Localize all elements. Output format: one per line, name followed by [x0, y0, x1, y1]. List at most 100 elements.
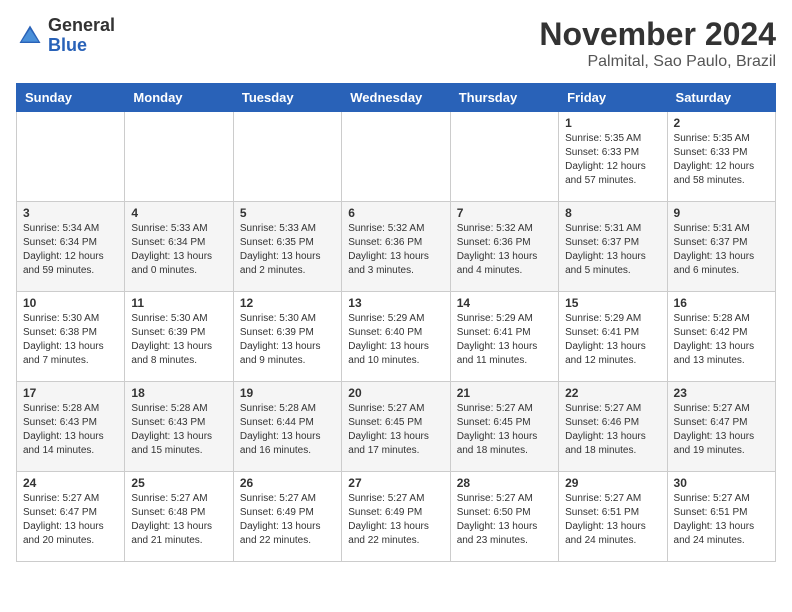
day-number: 2	[674, 116, 769, 130]
day-number: 14	[457, 296, 552, 310]
page-header: General Blue November 2024 Palmital, Sao…	[16, 16, 776, 71]
day-number: 17	[23, 386, 118, 400]
calendar-day-17: 17 Sunrise: 5:28 AMSunset: 6:43 PMDayligh…	[17, 382, 125, 472]
calendar-day-22: 22 Sunrise: 5:27 AMSunset: 6:46 PMDayligh…	[559, 382, 667, 472]
day-number: 8	[565, 206, 660, 220]
day-info: Sunrise: 5:27 AMSunset: 6:45 PMDaylight:…	[348, 402, 443, 458]
day-info: Sunrise: 5:27 AMSunset: 6:50 PMDaylight:…	[457, 492, 552, 548]
calendar-day-28: 28Sunrise: 5:27 AMSunset: 6:50 PMDayligh…	[450, 472, 558, 562]
day-number: 22	[565, 386, 660, 400]
day-number: 29	[565, 476, 660, 490]
calendar-week-row: 3Sunrise: 5:34 AMSunset: 6:34 PMDaylight…	[17, 202, 776, 292]
day-info: Sunrise: 5:28 AMSunset: 6:44 PMDaylight:…	[240, 402, 335, 458]
location-title: Palmital, Sao Paulo, Brazil	[539, 53, 776, 71]
day-number: 10	[23, 296, 118, 310]
calendar-empty-cell	[342, 112, 450, 202]
calendar-day-6: 6Sunrise: 5:32 AMSunset: 6:36 PMDaylight…	[342, 202, 450, 292]
calendar-day-2: 2 Sunrise: 5:35 AMSunset: 6:33 PMDaylight…	[667, 112, 775, 202]
calendar-day-5: 5 Sunrise: 5:33 AMSunset: 6:35 PMDaylight…	[233, 202, 341, 292]
calendar-day-8: 8 Sunrise: 5:31 AMSunset: 6:37 PMDaylight…	[559, 202, 667, 292]
day-info: Sunrise: 5:30 AMSunset: 6:39 PMDaylight:…	[131, 312, 226, 368]
calendar-header-saturday: Saturday	[667, 84, 775, 112]
day-number: 18	[131, 386, 226, 400]
day-info: Sunrise: 5:30 AMSunset: 6:39 PMDaylight:…	[240, 312, 335, 368]
day-number: 25	[131, 476, 226, 490]
calendar-day-20: 20Sunrise: 5:27 AMSunset: 6:45 PMDayligh…	[342, 382, 450, 472]
day-info: Sunrise: 5:33 AMSunset: 6:35 PMDaylight:…	[240, 222, 335, 278]
calendar-empty-cell	[233, 112, 341, 202]
day-number: 16	[674, 296, 769, 310]
calendar-day-13: 13Sunrise: 5:29 AMSunset: 6:40 PMDayligh…	[342, 292, 450, 382]
calendar-day-19: 19 Sunrise: 5:28 AMSunset: 6:44 PMDayligh…	[233, 382, 341, 472]
calendar-day-26: 26Sunrise: 5:27 AMSunset: 6:49 PMDayligh…	[233, 472, 341, 562]
calendar-day-27: 27 Sunrise: 5:27 AMSunset: 6:49 PMDayligh…	[342, 472, 450, 562]
calendar-day-14: 14 Sunrise: 5:29 AMSunset: 6:41 PMDayligh…	[450, 292, 558, 382]
title-block: November 2024 Palmital, Sao Paulo, Brazi…	[539, 16, 776, 71]
day-number: 12	[240, 296, 335, 310]
day-info: Sunrise: 5:27 AMSunset: 6:46 PMDaylight:…	[565, 402, 660, 458]
calendar-week-row: 10 Sunrise: 5:30 AMSunset: 6:38 PMDayligh…	[17, 292, 776, 382]
day-info: Sunrise: 5:29 AMSunset: 6:41 PMDaylight:…	[457, 312, 552, 368]
day-info: Sunrise: 5:31 AMSunset: 6:37 PMDaylight:…	[565, 222, 660, 278]
calendar-empty-cell	[125, 112, 233, 202]
day-number: 15	[565, 296, 660, 310]
calendar-day-3: 3Sunrise: 5:34 AMSunset: 6:34 PMDaylight…	[17, 202, 125, 292]
day-number: 24	[23, 476, 118, 490]
day-info: Sunrise: 5:27 AMSunset: 6:49 PMDaylight:…	[348, 492, 443, 548]
calendar-day-1: 1 Sunrise: 5:35 AMSunset: 6:33 PMDaylight…	[559, 112, 667, 202]
calendar-empty-cell	[17, 112, 125, 202]
day-number: 27	[348, 476, 443, 490]
month-title: November 2024	[539, 16, 776, 53]
logo-text: General Blue	[48, 16, 115, 56]
day-number: 4	[131, 206, 226, 220]
day-number: 1	[565, 116, 660, 130]
calendar-week-row: 1 Sunrise: 5:35 AMSunset: 6:33 PMDaylight…	[17, 112, 776, 202]
day-info: Sunrise: 5:32 AMSunset: 6:36 PMDaylight:…	[457, 222, 552, 278]
day-info: Sunrise: 5:28 AMSunset: 6:43 PMDaylight:…	[131, 402, 226, 458]
day-info: Sunrise: 5:27 AMSunset: 6:51 PMDaylight:…	[565, 492, 660, 548]
calendar-day-21: 21 Sunrise: 5:27 AMSunset: 6:45 PMDayligh…	[450, 382, 558, 472]
day-number: 19	[240, 386, 335, 400]
day-number: 5	[240, 206, 335, 220]
day-info: Sunrise: 5:27 AMSunset: 6:48 PMDaylight:…	[131, 492, 226, 548]
day-info: Sunrise: 5:27 AMSunset: 6:51 PMDaylight:…	[674, 492, 769, 548]
calendar-day-23: 23 Sunrise: 5:27 AMSunset: 6:47 PMDayligh…	[667, 382, 775, 472]
day-info: Sunrise: 5:27 AMSunset: 6:45 PMDaylight:…	[457, 402, 552, 458]
day-info: Sunrise: 5:35 AMSunset: 6:33 PMDaylight:…	[674, 132, 769, 188]
calendar-day-9: 9Sunrise: 5:31 AMSunset: 6:37 PMDaylight…	[667, 202, 775, 292]
day-info: Sunrise: 5:34 AMSunset: 6:34 PMDaylight:…	[23, 222, 118, 278]
calendar-day-7: 7Sunrise: 5:32 AMSunset: 6:36 PMDaylight…	[450, 202, 558, 292]
calendar-header-row: SundayMondayTuesdayWednesdayThursdayFrid…	[17, 84, 776, 112]
calendar-header-thursday: Thursday	[450, 84, 558, 112]
calendar-header-monday: Monday	[125, 84, 233, 112]
calendar-header-tuesday: Tuesday	[233, 84, 341, 112]
calendar-day-12: 12 Sunrise: 5:30 AMSunset: 6:39 PMDayligh…	[233, 292, 341, 382]
calendar-day-15: 15Sunrise: 5:29 AMSunset: 6:41 PMDayligh…	[559, 292, 667, 382]
day-number: 26	[240, 476, 335, 490]
day-info: Sunrise: 5:35 AMSunset: 6:33 PMDaylight:…	[565, 132, 660, 188]
calendar-day-25: 25 Sunrise: 5:27 AMSunset: 6:48 PMDayligh…	[125, 472, 233, 562]
day-number: 6	[348, 206, 443, 220]
day-info: Sunrise: 5:28 AMSunset: 6:43 PMDaylight:…	[23, 402, 118, 458]
logo-icon	[16, 22, 44, 50]
calendar-header-friday: Friday	[559, 84, 667, 112]
day-number: 11	[131, 296, 226, 310]
day-number: 23	[674, 386, 769, 400]
day-info: Sunrise: 5:28 AMSunset: 6:42 PMDaylight:…	[674, 312, 769, 368]
calendar-header-sunday: Sunday	[17, 84, 125, 112]
calendar-day-4: 4 Sunrise: 5:33 AMSunset: 6:34 PMDaylight…	[125, 202, 233, 292]
calendar-day-30: 30 Sunrise: 5:27 AMSunset: 6:51 PMDayligh…	[667, 472, 775, 562]
calendar-day-18: 18 Sunrise: 5:28 AMSunset: 6:43 PMDayligh…	[125, 382, 233, 472]
day-number: 21	[457, 386, 552, 400]
calendar-week-row: 17 Sunrise: 5:28 AMSunset: 6:43 PMDayligh…	[17, 382, 776, 472]
day-info: Sunrise: 5:33 AMSunset: 6:34 PMDaylight:…	[131, 222, 226, 278]
calendar-day-10: 10 Sunrise: 5:30 AMSunset: 6:38 PMDayligh…	[17, 292, 125, 382]
day-info: Sunrise: 5:29 AMSunset: 6:40 PMDaylight:…	[348, 312, 443, 368]
calendar-day-16: 16 Sunrise: 5:28 AMSunset: 6:42 PMDayligh…	[667, 292, 775, 382]
calendar-day-11: 11 Sunrise: 5:30 AMSunset: 6:39 PMDayligh…	[125, 292, 233, 382]
day-number: 30	[674, 476, 769, 490]
day-info: Sunrise: 5:31 AMSunset: 6:37 PMDaylight:…	[674, 222, 769, 278]
day-info: Sunrise: 5:27 AMSunset: 6:47 PMDaylight:…	[674, 402, 769, 458]
calendar-day-29: 29 Sunrise: 5:27 AMSunset: 6:51 PMDayligh…	[559, 472, 667, 562]
day-info: Sunrise: 5:30 AMSunset: 6:38 PMDaylight:…	[23, 312, 118, 368]
